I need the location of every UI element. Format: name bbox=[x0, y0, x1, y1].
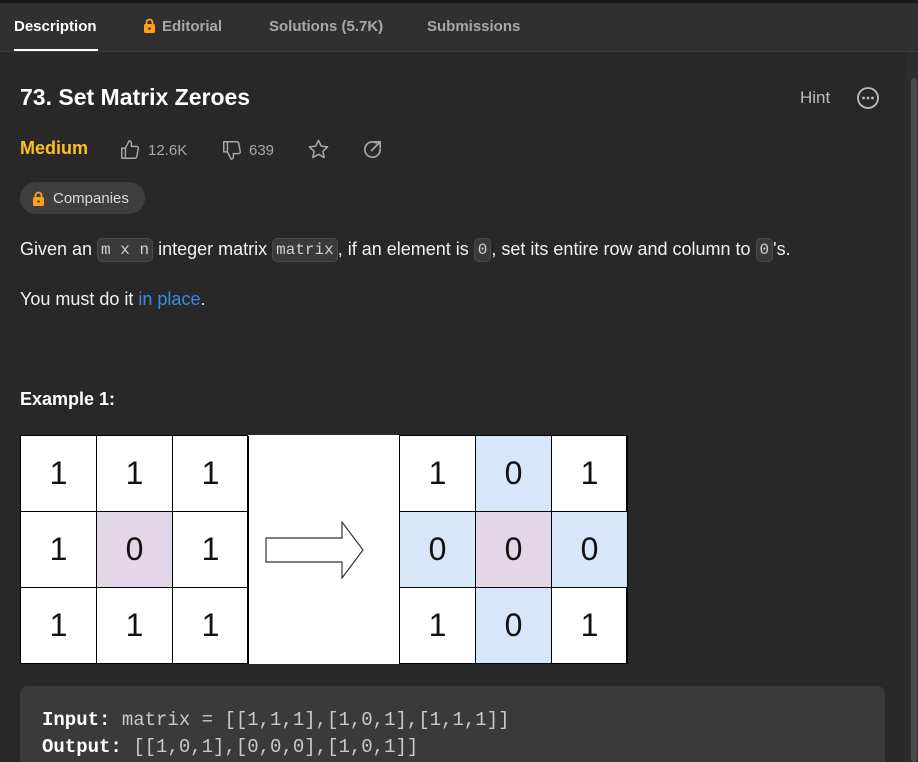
hint-button[interactable]: Hint bbox=[800, 88, 830, 108]
example-figure: 1 1 1 1 0 1 1 1 1 1 0 1 0 0 0 1 0 1 bbox=[20, 435, 628, 664]
description-text: , set its entire row and column to bbox=[491, 239, 756, 259]
example-title: Example 1: bbox=[20, 389, 116, 409]
star-icon[interactable] bbox=[307, 138, 330, 161]
description-text: integer matrix bbox=[153, 239, 273, 259]
matrix-cell: 1 bbox=[552, 436, 628, 512]
tab-solutions[interactable]: Solutions (5.7K) bbox=[269, 3, 383, 51]
thumbs-up-icon bbox=[121, 140, 140, 159]
matrix-cell: 1 bbox=[21, 436, 97, 512]
description-paragraph-2: You must do it in place. bbox=[20, 289, 205, 310]
tab-editorial[interactable]: Editorial bbox=[143, 3, 222, 51]
matrix-cell-zeroed: 0 bbox=[552, 512, 628, 588]
input-matrix: 1 1 1 1 0 1 1 1 1 bbox=[20, 435, 249, 664]
inline-code: 0 bbox=[473, 238, 492, 262]
lock-icon bbox=[33, 191, 44, 206]
matrix-cell: 1 bbox=[400, 588, 476, 664]
inline-code: matrix bbox=[272, 238, 338, 262]
example-output-line: Output: [[1,0,1],[0,0,0],[1,0,1]] bbox=[42, 736, 418, 758]
matrix-cell: 1 bbox=[552, 588, 628, 664]
like-button[interactable]: 12.6K bbox=[119, 138, 187, 162]
input-label: Input: bbox=[42, 709, 111, 731]
problem-title: 73. Set Matrix Zeroes bbox=[20, 84, 251, 110]
matrix-cell: 1 bbox=[21, 588, 97, 664]
matrix-cell: 1 bbox=[97, 588, 173, 664]
description-text: You must do it bbox=[20, 289, 139, 309]
input-value: matrix = [[1,1,1],[1,0,1],[1,1,1]] bbox=[121, 709, 510, 731]
matrix-cell: 1 bbox=[21, 512, 97, 588]
tab-editorial-label: Editorial bbox=[162, 18, 223, 35]
share-icon[interactable] bbox=[361, 138, 384, 161]
output-value: [[1,0,1],[0,0,0],[1,0,1]] bbox=[133, 736, 419, 758]
matrix-cell-zeroed: 0 bbox=[476, 588, 552, 664]
companies-label: Companies bbox=[53, 189, 129, 207]
matrix-cell: 1 bbox=[97, 436, 173, 512]
tab-submissions-label: Submissions bbox=[427, 18, 521, 35]
tab-submissions[interactable]: Submissions bbox=[427, 3, 520, 51]
matrix-cell: 1 bbox=[173, 436, 249, 512]
tab-description[interactable]: Description bbox=[14, 3, 97, 51]
matrix-cell: 1 bbox=[173, 512, 249, 588]
lock-icon bbox=[144, 18, 155, 33]
matrix-cell: 1 bbox=[173, 588, 249, 664]
description-text: Given an bbox=[20, 239, 98, 259]
example-input-line: Input: matrix = [[1,1,1],[1,0,1],[1,1,1]… bbox=[42, 709, 510, 731]
active-tab-indicator bbox=[14, 49, 98, 51]
tab-description-label: Description bbox=[14, 18, 97, 35]
matrix-cell: 1 bbox=[400, 436, 476, 512]
dislike-button[interactable]: 639 bbox=[221, 138, 274, 162]
description-text: 's. bbox=[773, 239, 791, 259]
example-io-block: Input: matrix = [[1,1,1],[1,0,1],[1,1,1]… bbox=[20, 686, 885, 762]
in-place-link[interactable]: in place bbox=[138, 289, 200, 309]
matrix-cell-zeroed: 0 bbox=[400, 512, 476, 588]
inline-code: 0 bbox=[755, 238, 774, 262]
inline-code: m x n bbox=[97, 238, 154, 262]
tab-bar: Description Editorial Solutions (5.7K) S… bbox=[0, 3, 918, 52]
matrix-cell-zero: 0 bbox=[476, 512, 552, 588]
output-matrix: 1 0 1 0 0 0 1 0 1 bbox=[399, 435, 628, 664]
transform-arrow-icon bbox=[265, 521, 364, 579]
difficulty-badge: Medium bbox=[20, 138, 89, 158]
more-options-icon[interactable] bbox=[856, 86, 880, 110]
companies-tag[interactable]: Companies bbox=[20, 182, 145, 214]
output-label: Output: bbox=[42, 736, 122, 758]
description-text: , if an element is bbox=[337, 239, 474, 259]
scrollbar-thumb[interactable] bbox=[911, 78, 917, 762]
matrix-cell-zero: 0 bbox=[97, 512, 173, 588]
matrix-cell-zeroed: 0 bbox=[476, 436, 552, 512]
thumbs-down-icon bbox=[223, 141, 242, 160]
tab-solutions-label: Solutions (5.7K) bbox=[269, 18, 384, 35]
dislike-count: 639 bbox=[249, 141, 275, 159]
description-text: . bbox=[200, 289, 206, 309]
like-count: 12.6K bbox=[148, 141, 188, 159]
description-paragraph-1: Given an m x n integer matrix matrix, if… bbox=[20, 238, 791, 262]
